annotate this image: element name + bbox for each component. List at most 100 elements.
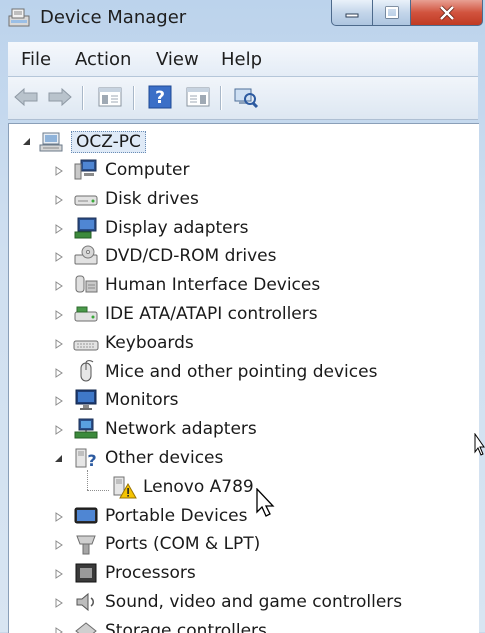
action-pane-icon bbox=[186, 87, 210, 107]
expand-toggle[interactable] bbox=[53, 309, 65, 321]
tree-item-label: DVD/CD-ROM drives bbox=[105, 246, 277, 267]
tree-item-storage-controllers[interactable]: Storage controllers bbox=[73, 618, 267, 633]
maximize-button[interactable] bbox=[373, 0, 411, 26]
expand-toggle[interactable] bbox=[53, 338, 65, 350]
warning-device-icon bbox=[111, 475, 137, 499]
disk-drive-icon bbox=[73, 187, 99, 211]
tree-item-processors[interactable]: Processors bbox=[73, 560, 196, 586]
expand-toggle[interactable] bbox=[53, 424, 65, 436]
tree-item-portable-devices[interactable]: Portable Devices bbox=[73, 503, 248, 529]
dvd-drive-icon bbox=[73, 244, 99, 268]
mouse-pointer-icon bbox=[256, 487, 276, 522]
expand-triangle-icon bbox=[55, 396, 63, 407]
tree-root-ocz-pc[interactable]: OCZ-PC bbox=[39, 129, 146, 155]
tree-item-ports-com-lpt[interactable]: Ports (COM & LPT) bbox=[73, 531, 260, 557]
other-devices-icon: ? bbox=[73, 446, 99, 470]
expand-triangle-icon bbox=[55, 367, 63, 378]
tree-connector bbox=[87, 490, 109, 491]
window-title: Device Manager bbox=[40, 7, 187, 28]
tree-item-ide-ata-atapi-controllers[interactable]: IDE ATA/ATAPI controllers bbox=[73, 301, 318, 327]
tree-item-other-devices[interactable]: ? Other devices bbox=[73, 445, 223, 471]
expand-root-toggle[interactable] bbox=[21, 136, 33, 148]
maximize-icon bbox=[385, 6, 398, 18]
back-arrow-icon bbox=[14, 87, 38, 107]
processor-icon bbox=[73, 561, 99, 585]
device-manager-icon bbox=[8, 7, 32, 29]
expand-triangle-icon bbox=[55, 569, 63, 580]
expand-toggle[interactable] bbox=[53, 395, 65, 407]
tree-item-label: Keyboards bbox=[105, 332, 194, 353]
tree-item-network-adapters[interactable]: Network adapters bbox=[73, 416, 257, 442]
menu-view[interactable]: View bbox=[156, 49, 199, 70]
hid-icon bbox=[73, 273, 99, 297]
device-manager-window: Device Manager File Action View Help ? O… bbox=[0, 0, 485, 633]
tree-item-computer[interactable]: Computer bbox=[73, 157, 190, 183]
tree-root-label: OCZ-PC bbox=[71, 131, 146, 153]
tree-item-sound-video-and-game-controllers[interactable]: Sound, video and game controllers bbox=[73, 589, 402, 615]
device-tree[interactable]: OCZ-PC Computer Disk drives Display adapte… bbox=[8, 123, 479, 633]
expand-toggle[interactable] bbox=[53, 511, 65, 523]
tree-item-dvd-cd-rom-drives[interactable]: DVD/CD-ROM drives bbox=[73, 243, 276, 269]
forward-arrow-icon bbox=[48, 87, 72, 107]
forward-button[interactable] bbox=[46, 84, 74, 110]
menu-help-label: Help bbox=[221, 49, 263, 70]
expand-toggle[interactable] bbox=[53, 280, 65, 292]
expand-toggle[interactable] bbox=[53, 194, 65, 206]
expand-triangle-icon bbox=[55, 338, 63, 349]
caption-buttons bbox=[331, 0, 483, 28]
menu-action-label: Action bbox=[75, 49, 132, 70]
sound-icon bbox=[73, 590, 99, 614]
tree-item-disk-drives[interactable]: Disk drives bbox=[73, 186, 199, 212]
expand-toggle[interactable] bbox=[53, 367, 65, 379]
expand-toggle[interactable] bbox=[53, 223, 65, 235]
tree-item-label: Monitors bbox=[105, 390, 179, 411]
close-icon bbox=[439, 5, 454, 20]
tree-item-label: Lenovo A789 bbox=[143, 476, 254, 497]
menu-help[interactable]: Help bbox=[221, 49, 262, 70]
tree-item-label: Portable Devices bbox=[105, 505, 248, 526]
properties-pane-button[interactable] bbox=[96, 84, 124, 110]
minimize-icon bbox=[345, 13, 359, 17]
svg-text:?: ? bbox=[155, 88, 165, 108]
minimize-button[interactable] bbox=[331, 0, 373, 26]
expand-triangle-icon bbox=[55, 310, 63, 320]
tree-item-label: Human Interface Devices bbox=[105, 275, 321, 296]
tree-item-label: Other devices bbox=[105, 448, 224, 468]
close-button[interactable] bbox=[411, 0, 483, 26]
action-pane-button[interactable] bbox=[184, 84, 212, 110]
expand-triangle-icon bbox=[55, 511, 63, 522]
expand-toggle[interactable] bbox=[53, 597, 65, 609]
scan-hardware-button[interactable] bbox=[232, 84, 260, 110]
tree-item-human-interface-devices[interactable]: Human Interface Devices bbox=[73, 272, 320, 298]
tree-item-lenovo-a789[interactable]: Lenovo A789 bbox=[111, 474, 254, 500]
menu-file[interactable]: File bbox=[21, 49, 51, 70]
menu-action[interactable]: Action bbox=[75, 49, 131, 70]
tree-item-mice-and-other-pointing-devices[interactable]: Mice and other pointing devices bbox=[73, 359, 377, 385]
expand-toggle[interactable] bbox=[53, 251, 65, 263]
collapse-toggle[interactable] bbox=[53, 453, 65, 465]
expand-triangle-icon bbox=[55, 540, 63, 551]
expand-triangle-icon bbox=[55, 425, 63, 436]
expand-toggle[interactable] bbox=[53, 568, 65, 580]
expand-triangle-icon bbox=[55, 166, 63, 176]
toolbar: ? bbox=[8, 77, 478, 120]
tree-item-label: Sound, video and game controllers bbox=[105, 592, 403, 612]
tree-item-keyboards[interactable]: Keyboards bbox=[73, 330, 194, 356]
expand-toggle[interactable] bbox=[53, 165, 65, 177]
tree-item-monitors[interactable]: Monitors bbox=[73, 387, 178, 413]
back-button[interactable] bbox=[12, 84, 40, 110]
resize-pointer-icon bbox=[474, 432, 485, 461]
title-bar[interactable]: Device Manager bbox=[0, 0, 485, 38]
expand-triangle-icon bbox=[55, 281, 63, 292]
menu-bar: File Action View Help bbox=[8, 42, 478, 77]
scan-hardware-icon bbox=[234, 88, 259, 109]
expand-triangle-icon bbox=[55, 252, 63, 263]
tree-item-label: Network adapters bbox=[105, 419, 257, 440]
tree-item-display-adapters[interactable]: Display adapters bbox=[73, 215, 248, 241]
help-button[interactable]: ? bbox=[146, 84, 174, 110]
collapse-triangle-icon bbox=[55, 455, 62, 462]
expand-toggle[interactable] bbox=[53, 539, 65, 551]
port-icon bbox=[73, 532, 99, 556]
tree-item-label: Mice and other pointing devices bbox=[105, 361, 378, 382]
menu-file-label: File bbox=[21, 49, 52, 70]
